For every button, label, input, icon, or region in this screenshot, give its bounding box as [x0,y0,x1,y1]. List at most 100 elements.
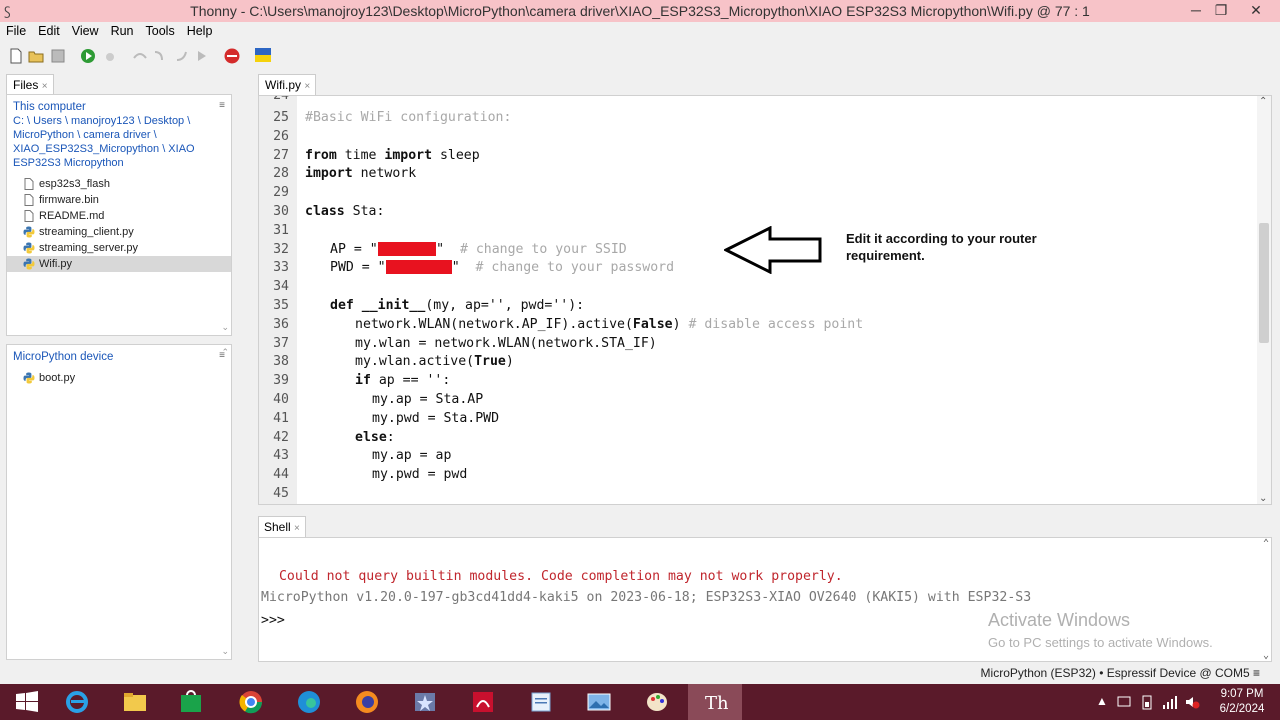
line-number: 37 [273,335,289,351]
stop-icon[interactable] [224,48,240,64]
scroll-down-icon[interactable]: ⌄ [1263,650,1269,661]
file-item[interactable]: streaming_server.py [7,240,231,256]
notepad-icon[interactable] [514,684,568,720]
code-token: __init__ [361,298,426,313]
code-token: network.WLAN(network.AP_IF).active( [355,316,633,332]
edge-icon[interactable] [282,684,336,720]
path-line[interactable]: MicroPython \ camera driver \ [7,128,231,142]
windows-start-icon[interactable] [0,684,54,720]
file-item[interactable]: boot.py [7,370,231,386]
debug-icon[interactable] [102,48,118,64]
tray-network-icon[interactable] [1116,694,1132,710]
tray-volume-icon[interactable] [1184,694,1200,710]
menu-run[interactable]: Run [105,22,140,38]
tab-files[interactable]: Files × [6,74,54,94]
restore-button[interactable]: ❐ [1205,0,1237,22]
code-token: : [386,429,395,445]
tab-shell[interactable]: Shell × [258,516,306,537]
python-file-icon [23,258,35,270]
file-item[interactable]: README.md [7,208,231,224]
line-number: 24 [273,95,289,103]
code-text: else: [355,428,395,447]
path-line[interactable]: C: \ Users \ manojroy123 \ Desktop \ [7,114,231,128]
code-token: True [474,354,506,370]
line-number: 44 [273,467,289,483]
line-number: 25 [273,110,289,125]
code-editor[interactable]: 24 25 #Basic WiFi configuration: 26 27 from t… [258,95,1272,505]
menu-tools[interactable]: Tools [140,22,181,38]
close-button[interactable]: ✕ [1240,0,1272,22]
scroll-down-icon[interactable]: ⌄ [221,322,229,333]
acrobat-icon[interactable] [456,684,510,720]
tab-wifi-py[interactable]: Wifi.py × [258,74,316,95]
menu-edit[interactable]: Edit [32,22,66,38]
annotation-text: Edit it according to your router require… [846,231,1037,263]
activation-watermark-title: Activate Windows [988,610,1131,630]
file-item[interactable]: Wifi.py [7,256,231,272]
code-token: if [355,373,371,389]
code-text: network.WLAN(network.AP_IF).active(False… [355,315,863,334]
tray-up-arrow-icon[interactable]: ▲ [1096,694,1108,708]
menu-bar: File Edit View Run Tools Help [0,22,1280,42]
line-number: 42 [273,429,289,445]
hamburger-menu-icon[interactable]: ≡ [219,100,225,111]
line-number: 27 [273,147,289,163]
firefox-icon[interactable] [340,684,394,720]
save-icon[interactable] [50,48,66,64]
system-clock[interactable]: 9:07 PM 6/2/2024 [1212,687,1272,717]
activation-watermark-subtitle: Go to PC settings to activate Windows. [988,635,1213,650]
file-name: streaming_client.py [39,226,134,238]
file-explorer-icon[interactable] [108,684,162,720]
tray-battery-icon[interactable] [1140,694,1154,710]
store-icon[interactable] [164,684,218,720]
thonny-taskbar-icon[interactable]: Th [688,684,742,720]
tab-close-icon[interactable]: × [304,81,310,92]
code-token: # change to your password [459,260,675,276]
scroll-up-icon[interactable]: ⌃ [1263,538,1269,549]
resume-icon[interactable] [194,48,210,64]
pinned-app-icon[interactable] [398,684,452,720]
run-icon[interactable] [80,48,96,64]
open-file-icon[interactable] [28,48,44,64]
scroll-down-icon[interactable]: ⌄ [221,646,229,657]
menu-file[interactable]: File [0,22,32,38]
code-token: ap == '': [370,373,451,389]
internet-explorer-icon[interactable] [50,684,104,720]
shell-warning: Could not query builtin modules. Code co… [271,569,843,584]
step-over-icon[interactable] [132,48,148,64]
step-out-icon[interactable] [174,48,190,64]
scroll-up-icon[interactable]: ⌃ [221,347,229,358]
photos-icon[interactable] [572,684,626,720]
shell-prompt[interactable]: >>> [261,613,285,628]
file-item[interactable]: firmware.bin [7,192,231,208]
file-item[interactable]: esp32s3_flash [7,176,231,192]
scroll-up-icon[interactable]: ⌃ [1259,96,1267,107]
clock-time: 9:07 PM [1220,688,1264,700]
editor-scroll-thumb[interactable] [1259,223,1269,343]
line-number: 30 [273,204,289,219]
code-text: AP = " " # change to your SSID [330,240,627,259]
path-line[interactable]: XIAO_ESP32S3_Micropython \ XIAO [7,142,231,156]
ukraine-flag-icon[interactable] [255,48,271,62]
tab-shell-close-icon[interactable]: × [294,523,300,534]
device-heading[interactable]: MicroPython device [7,345,231,370]
tab-files-close-icon[interactable]: × [42,81,48,92]
new-file-icon[interactable] [8,48,24,64]
tray-signal-icon[interactable] [1162,694,1178,710]
file-item[interactable]: streaming_client.py [7,224,231,240]
code-text: my.ap = ap [372,446,451,465]
step-into-icon[interactable] [152,48,168,64]
scroll-down-icon[interactable]: ⌄ [1259,493,1267,504]
interpreter-status[interactable]: MicroPython (ESP32) • Espressif Device @… [981,666,1260,680]
editor-scrollbar[interactable]: ⌃ ⌄ [1257,96,1271,504]
line-number: 43 [273,448,289,464]
code-token: network [352,166,417,182]
menu-view[interactable]: View [66,22,105,38]
paint-icon[interactable] [630,684,684,720]
code-text: my.pwd = pwd [372,465,467,484]
chrome-icon[interactable] [224,684,278,720]
path-line[interactable]: ESP32S3 Micropython [7,156,231,170]
file-name: streaming_server.py [39,242,139,254]
files-heading[interactable]: This computer [7,95,231,114]
menu-help[interactable]: Help [181,22,219,38]
